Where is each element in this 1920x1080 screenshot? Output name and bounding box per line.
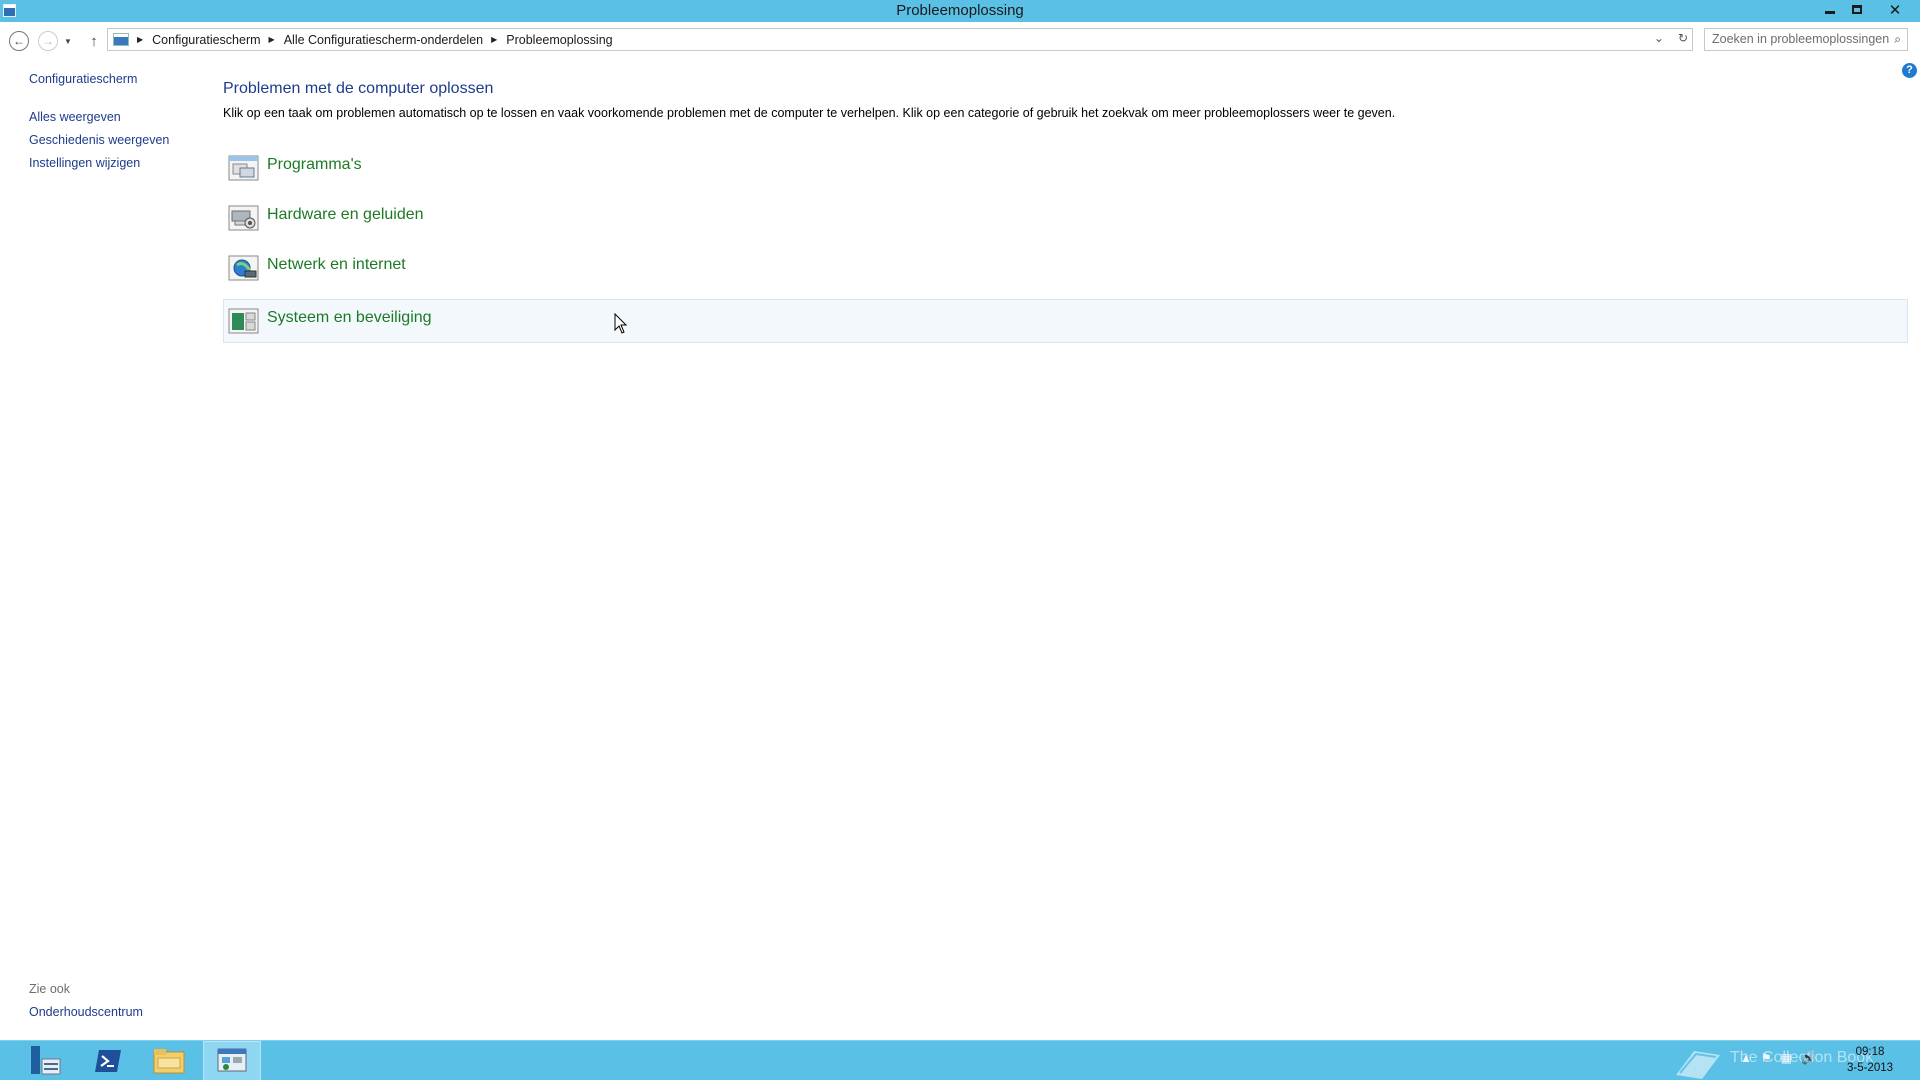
up-button[interactable]: ↑: [84, 31, 104, 51]
page-title: Problemen met de computer oplossen: [223, 80, 494, 97]
forward-button[interactable]: →: [38, 31, 58, 51]
up-arrow-icon: ↑: [90, 32, 98, 50]
powershell-icon: [95, 1050, 121, 1072]
category-label[interactable]: Netwerk en internet: [267, 256, 406, 274]
control-panel-icon: [217, 1048, 247, 1072]
window-title: Probleemoplossing: [896, 2, 1024, 19]
search-input[interactable]: Zoeken in probleemoplossingen ⌕: [1704, 28, 1908, 51]
category-label[interactable]: Hardware en geluiden: [267, 206, 424, 224]
category-hardware-sound[interactable]: Hardware en geluiden: [223, 196, 1908, 240]
navigation-bar: ← → ▼ ↑ ▶ Configuratiescherm ▶ Alle Conf…: [0, 22, 1920, 58]
breadcrumb-item[interactable]: Alle Configuratiescherm-onderdelen: [284, 33, 483, 47]
address-bar[interactable]: ▶ Configuratiescherm ▶ Alle Configuratie…: [107, 28, 1693, 51]
close-button[interactable]: ✕: [1880, 0, 1910, 19]
refresh-icon[interactable]: ↻: [1678, 31, 1688, 45]
sidebar-item-history[interactable]: Geschiedenis weergeven: [29, 133, 169, 147]
breadcrumb-separator-icon[interactable]: ▶: [491, 35, 497, 44]
powershell-button[interactable]: [79, 1041, 137, 1080]
breadcrumb-item[interactable]: Configuratiescherm: [152, 33, 260, 47]
sidebar-item-maintenance-center[interactable]: Onderhoudscentrum: [29, 1005, 143, 1019]
category-programs[interactable]: Programma's: [223, 146, 1908, 190]
category-label[interactable]: Programma's: [267, 156, 362, 174]
minimize-icon: [1824, 11, 1835, 14]
control-panel-icon: [113, 33, 129, 46]
control-panel-taskbar-button[interactable]: [203, 1041, 261, 1080]
recent-locations-button[interactable]: ▼: [62, 31, 74, 51]
clock-date: 3-5-2013: [1846, 1062, 1894, 1074]
taskbar-clock[interactable]: 09:18 3-5-2013: [1840, 1044, 1900, 1076]
page-description: Klik op een taak om problemen automatisc…: [223, 106, 1396, 120]
search-placeholder: Zoeken in probleemoplossingen: [1712, 32, 1890, 46]
forward-arrow-icon: →: [42, 34, 54, 48]
see-also-heading: Zie ook: [29, 982, 70, 996]
book-logo-icon: [1676, 1051, 1720, 1079]
system-security-icon: [228, 308, 259, 334]
category-system-security[interactable]: Systeem en beveiliging: [223, 299, 1908, 343]
breadcrumb-item[interactable]: Probleemoplossing: [506, 33, 612, 47]
flag-icon[interactable]: ⚑: [1761, 1051, 1772, 1065]
server-manager-button[interactable]: [17, 1041, 75, 1080]
sidebar-item-show-all[interactable]: Alles weergeven: [29, 110, 121, 124]
back-arrow-icon: ←: [13, 34, 25, 48]
chevron-down-icon: ▼: [64, 36, 72, 46]
breadcrumb-separator-icon[interactable]: ▶: [269, 35, 275, 44]
sidebar-item-settings[interactable]: Instellingen wijzigen: [29, 156, 140, 170]
volume-icon[interactable]: 🔊: [1801, 1051, 1816, 1065]
sidebar-item-control-panel-home[interactable]: Configuratiescherm: [29, 72, 137, 86]
back-button[interactable]: ←: [9, 31, 29, 51]
minimize-button[interactable]: [1816, 0, 1843, 19]
category-label[interactable]: Systeem en beveiliging: [267, 309, 432, 327]
title-bar: Probleemoplossing ✕: [0, 0, 1920, 22]
network-internet-icon: [228, 255, 259, 281]
mouse-cursor-icon: [614, 313, 628, 334]
close-icon: ✕: [1888, 1, 1902, 19]
network-icon[interactable]: ▦: [1781, 1051, 1792, 1065]
hardware-sound-icon: [228, 205, 259, 231]
folder-icon: [153, 1049, 185, 1074]
file-explorer-button[interactable]: [140, 1041, 198, 1080]
clock-time: 09:18: [1855, 1046, 1885, 1058]
restore-icon: [1851, 5, 1862, 14]
restore-button[interactable]: [1843, 0, 1870, 19]
programs-icon: [228, 155, 259, 181]
system-tray: ▲ ⚑ ▦ 🔊: [1740, 1051, 1816, 1065]
help-icon[interactable]: ?: [1902, 63, 1917, 78]
address-dropdown-icon[interactable]: ⌄: [1654, 31, 1664, 45]
search-icon[interactable]: ⌕: [1894, 32, 1901, 47]
server-manager-icon: [31, 1046, 61, 1075]
category-network-internet[interactable]: Netwerk en internet: [223, 246, 1908, 290]
taskbar: The Collection Book ▲ ⚑ ▦ 🔊 09:18 3-5-20…: [0, 1040, 1920, 1080]
breadcrumb-separator-icon[interactable]: ▶: [137, 35, 143, 44]
show-hidden-icons-icon[interactable]: ▲: [1740, 1051, 1752, 1065]
